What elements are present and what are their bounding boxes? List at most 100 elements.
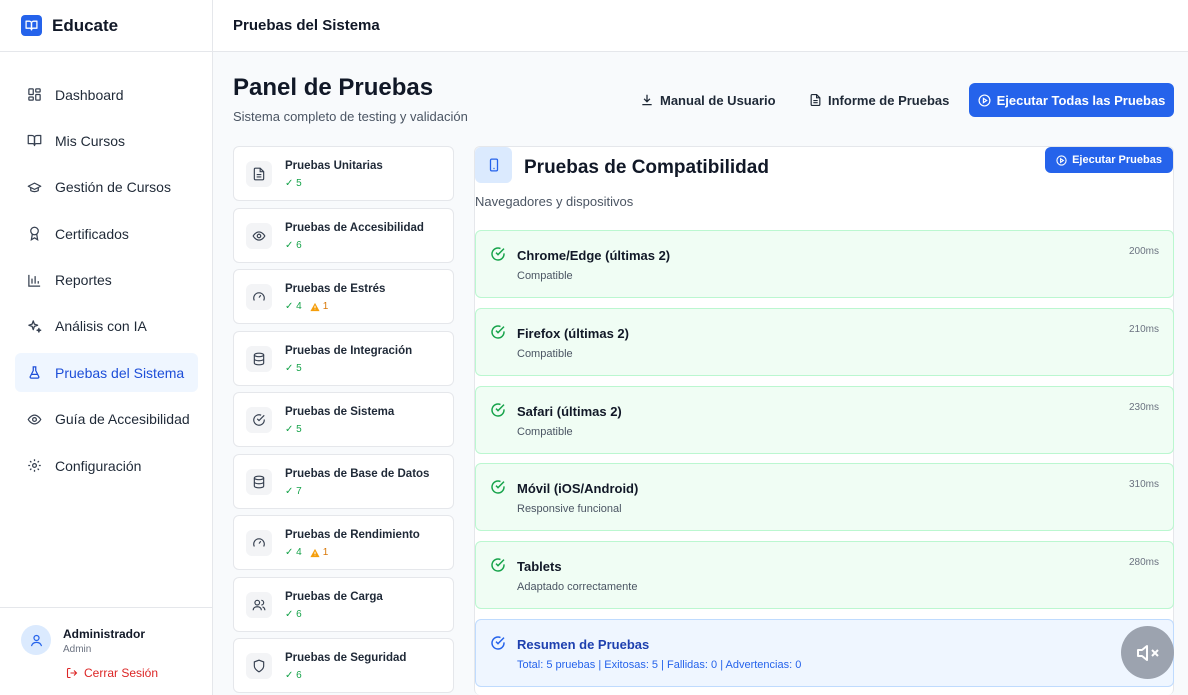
detail-title: Pruebas de Compatibilidad <box>524 157 769 178</box>
test-report-label: Informe de Pruebas <box>828 92 950 108</box>
result-duration: 280ms <box>1128 557 1159 568</box>
warning-count: 1 <box>322 301 329 312</box>
sidebar-item-mis-cursos[interactable]: Mis Cursos <box>15 121 198 160</box>
book-open-icon <box>26 133 42 149</box>
result-description: Adaptado correctamente <box>517 581 638 593</box>
warning-count: 1 <box>322 547 329 558</box>
sidebar-item-label: Gestión de Cursos <box>55 179 171 196</box>
user-name: Administrador <box>63 627 146 641</box>
result-description: Compatible <box>517 426 573 438</box>
file-text-icon <box>246 161 272 187</box>
sidebar-item-dashboard[interactable]: Dashboard <box>15 75 198 114</box>
logout-icon <box>66 667 78 679</box>
test-suite-name: Pruebas de Accesibilidad <box>285 221 424 234</box>
passed-count: ✓ 6 <box>285 670 302 681</box>
result-duration: 210ms <box>1128 324 1159 335</box>
test-suite-rendimiento[interactable]: Pruebas de Rendimiento ✓ 4 1 <box>233 515 454 570</box>
database-icon <box>246 345 272 372</box>
test-result-item: Firefox (últimas 2) Compatible 210ms <box>475 308 1174 376</box>
smartphone-icon <box>475 147 512 183</box>
user-manual-label: Manual de Usuario <box>660 92 776 108</box>
test-suite-list: Pruebas Unitarias ✓ 5 Pruebas de Accesib… <box>233 146 454 695</box>
passed-count: ✓ 6 <box>285 608 302 620</box>
check-circle-icon <box>246 407 272 433</box>
test-report-button[interactable]: Informe de Pruebas <box>809 84 949 116</box>
brand[interactable]: Educate <box>0 0 212 52</box>
sidebar-item-label: Reportes <box>55 272 112 289</box>
sidebar-item-analisis-ia[interactable]: Análisis con IA <box>15 307 198 346</box>
sidebar-item-label: Certificados <box>55 225 129 242</box>
layout-grid-icon <box>26 87 42 103</box>
passed-count: ✓ 5 <box>285 362 302 374</box>
sidebar: Educate Dashboard Mis Cursos Gestión de … <box>0 0 213 695</box>
top-header: Pruebas del Sistema <box>213 0 1188 52</box>
test-suite-estres[interactable]: Pruebas de Estrés ✓ 4 1 <box>233 269 454 324</box>
result-name: Firefox (últimas 2) <box>517 326 629 341</box>
check-circle-icon <box>491 325 505 339</box>
sidebar-item-label: Dashboard <box>55 86 124 103</box>
sidebar-nav: Dashboard Mis Cursos Gestión de Cursos C… <box>0 52 212 485</box>
sidebar-item-label: Pruebas del Sistema <box>55 364 185 381</box>
test-detail-panel: Pruebas de Compatibilidad Navegadores y … <box>474 146 1174 695</box>
avatar <box>21 625 51 655</box>
test-suite-name: Pruebas de Rendimiento <box>285 529 420 541</box>
page-subtitle: Sistema completo de testing y validación <box>233 109 468 124</box>
result-duration: 310ms <box>1128 479 1159 490</box>
passed-count: ✓ 4 <box>285 547 302 558</box>
passed-count: ✓ 6 <box>285 239 302 251</box>
test-result-item: Safari (últimas 2) Compatible 230ms <box>475 386 1174 454</box>
test-suite-name: Pruebas de Integración <box>285 344 413 357</box>
test-suite-unitarias[interactable]: Pruebas Unitarias ✓ 5 <box>233 146 454 201</box>
detail-subtitle: Navegadores y dispositivos <box>475 194 634 209</box>
warning-icon <box>310 548 320 557</box>
test-suite-accesibilidad[interactable]: Pruebas de Accesibilidad ✓ 6 <box>233 207 454 263</box>
volume-mute-icon <box>1136 644 1159 661</box>
shield-icon <box>246 653 272 679</box>
users-icon <box>246 591 272 618</box>
check-circle-icon <box>491 247 505 261</box>
test-suite-carga[interactable]: Pruebas de Carga ✓ 6 <box>233 576 454 632</box>
sidebar-item-label: Configuración <box>55 457 142 474</box>
run-tests-label: Ejecutar Pruebas <box>1072 154 1162 166</box>
download-icon <box>642 94 652 106</box>
check-circle-icon <box>491 558 505 572</box>
logout-label: Cerrar Sesión <box>84 666 159 680</box>
passed-count: ✓ 7 <box>285 485 302 497</box>
award-icon <box>26 226 42 242</box>
sidebar-item-gestion-cursos[interactable]: Gestión de Cursos <box>15 168 198 207</box>
run-all-tests-label: Ejecutar Todas las Pruebas <box>996 92 1166 108</box>
test-suite-name: Pruebas Unitarias <box>285 160 383 172</box>
test-suite-integracion[interactable]: Pruebas de Integración ✓ 5 <box>233 330 454 386</box>
sidebar-item-guia-accesibilidad[interactable]: Guía de Accesibilidad <box>15 400 198 439</box>
result-description: Compatible <box>517 270 573 282</box>
eye-icon <box>246 222 272 249</box>
check-circle-icon <box>491 636 505 650</box>
user-profile[interactable]: Administrador Admin <box>0 608 212 655</box>
page-title: Panel de Pruebas <box>233 74 434 101</box>
test-suite-base-datos[interactable]: Pruebas de Base de Datos ✓ 7 <box>233 453 454 509</box>
test-suite-sistema[interactable]: Pruebas de Sistema ✓ 5 <box>233 392 454 447</box>
sidebar-item-configuracion[interactable]: Configuración <box>15 446 198 485</box>
test-result-item: Móvil (iOS/Android) Responsive funcional… <box>475 463 1174 531</box>
result-name: Móvil (iOS/Android) <box>517 481 639 496</box>
test-suite-name: Pruebas de Carga <box>285 590 383 603</box>
gauge-icon <box>246 530 272 556</box>
flask-icon <box>26 365 42 381</box>
gauge-icon <box>246 284 272 310</box>
run-tests-button[interactable]: Ejecutar Pruebas <box>1045 147 1173 173</box>
bar-chart-icon <box>26 272 42 288</box>
test-suite-name: Pruebas de Estrés <box>285 283 386 295</box>
run-all-tests-button[interactable]: Ejecutar Todas las Pruebas <box>969 83 1174 117</box>
user-manual-button[interactable]: Manual de Usuario <box>640 84 776 116</box>
logout-button[interactable]: Cerrar Sesión <box>66 666 212 680</box>
result-name: Safari (últimas 2) <box>517 404 622 419</box>
sidebar-footer: Administrador Admin Cerrar Sesión <box>0 607 212 695</box>
sidebar-item-pruebas-sistema[interactable]: Pruebas del Sistema <box>15 353 198 393</box>
test-suite-seguridad[interactable]: Pruebas de Seguridad ✓ 6 <box>233 638 454 693</box>
eye-icon <box>26 411 42 427</box>
sidebar-item-label: Mis Cursos <box>55 132 126 149</box>
result-name: Tablets <box>517 559 562 574</box>
sidebar-item-certificados[interactable]: Certificados <box>15 214 198 253</box>
mute-audio-button[interactable] <box>1121 626 1174 679</box>
sidebar-item-reportes[interactable]: Reportes <box>15 261 198 300</box>
